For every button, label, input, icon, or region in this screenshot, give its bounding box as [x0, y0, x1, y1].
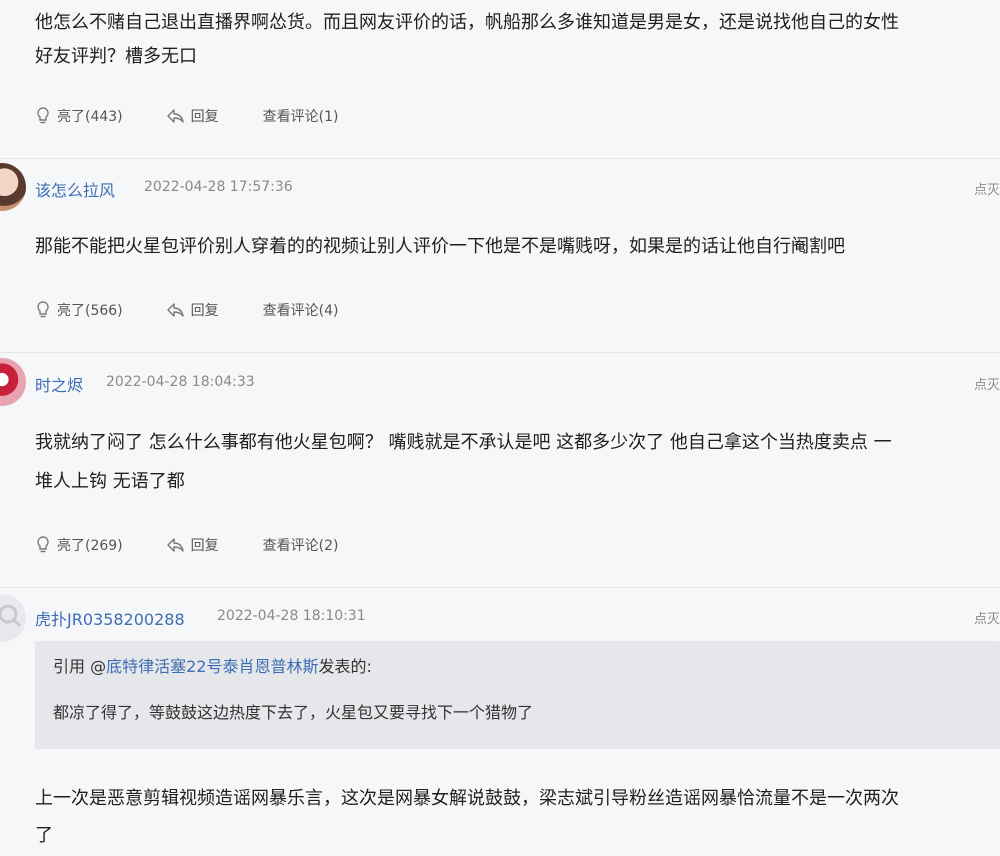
quote-block: 引用 @底特律活塞22号泰肖恩普林斯发表的: 都凉了得了，等鼓鼓这边热度下去了，…: [35, 641, 1000, 749]
comment-text-line: 那能不能把火星包评价别人穿着的的视频让别人评价一下他是不是嘴贱呀，如果是的话让他…: [35, 236, 845, 257]
lightbulb-icon: [37, 107, 49, 124]
timestamp: 2022-04-28 17:57:36: [144, 179, 293, 195]
quoted-user-link[interactable]: 底特律活塞22号泰肖恩普林斯: [106, 657, 318, 676]
report-link[interactable]: 点灭: [974, 374, 1000, 393]
comment-actions: 亮了(566) 回复 查看评论(4): [35, 300, 383, 320]
reply-icon: [166, 109, 184, 123]
view-comments-link[interactable]: 查看评论(1): [263, 106, 339, 126]
quote-header: 引用 @底特律活塞22号泰肖恩普林斯发表的:: [53, 653, 372, 677]
lightbulb-icon: [37, 301, 49, 318]
like-button[interactable]: 亮了(566): [35, 300, 123, 320]
like-button[interactable]: 亮了(269): [35, 535, 123, 555]
username[interactable]: 虎扑JR0358200288: [35, 606, 185, 630]
quote-text: 都凉了得了，等鼓鼓这边热度下去了，火星包又要寻找下一个猎物了: [53, 703, 534, 722]
report-link[interactable]: 点灭: [974, 179, 1000, 198]
comment-actions: 亮了(443) 回复 查看评论(1): [35, 106, 383, 126]
timestamp: 2022-04-28 18:04:33: [106, 374, 255, 390]
username[interactable]: 时之烬: [35, 372, 83, 396]
lightbulb-icon: [37, 536, 49, 553]
reply-button[interactable]: 回复: [166, 300, 219, 320]
reply-icon: [166, 303, 184, 317]
timestamp: 2022-04-28 18:10:31: [217, 608, 366, 624]
comment-text-line: 我就纳了闷了 怎么什么事都有他火星包啊？ 嘴贱就是不承认是吧 这都多少次了 他自…: [35, 432, 892, 453]
reply-icon: [166, 538, 184, 552]
report-link[interactable]: 点灭: [974, 608, 1000, 627]
default-avatar-icon: [0, 604, 22, 628]
quote-suffix: 发表的:: [318, 657, 372, 676]
username[interactable]: 该怎么拉风: [35, 177, 115, 201]
quote-prefix: 引用 @: [53, 657, 107, 676]
divider: [0, 352, 1000, 353]
like-count: 亮了(269): [57, 538, 123, 554]
reply-button[interactable]: 回复: [166, 106, 219, 126]
reply-button[interactable]: 回复: [166, 535, 219, 555]
view-comments-label: 查看评论(2): [262, 538, 339, 554]
comment-text-line: 了: [35, 825, 53, 846]
comment-text-line: 上一次是恶意剪辑视频造谣网暴乐言，这次是网暴女解说鼓鼓，梁志斌引导粉丝造谣网暴恰…: [35, 788, 899, 809]
comment-text-line: 堆人上钩 无语了都: [35, 471, 185, 492]
reply-label: 回复: [190, 538, 219, 554]
reply-label: 回复: [190, 109, 219, 125]
view-comments-link[interactable]: 查看评论(2): [263, 535, 339, 555]
avatar[interactable]: [0, 358, 26, 406]
avatar[interactable]: [0, 594, 26, 642]
divider: [0, 158, 1000, 159]
comment-text-line: 好友评判？槽多无口: [35, 46, 197, 67]
avatar[interactable]: [0, 163, 26, 211]
view-comments-label: 查看评论(4): [262, 303, 339, 319]
comment-actions: 亮了(269) 回复 查看评论(2): [35, 535, 383, 555]
like-button[interactable]: 亮了(443): [35, 106, 123, 126]
reply-label: 回复: [190, 303, 219, 319]
view-comments-label: 查看评论(1): [262, 109, 339, 125]
like-count: 亮了(443): [57, 109, 123, 125]
view-comments-link[interactable]: 查看评论(4): [263, 300, 339, 320]
divider: [0, 587, 1000, 588]
like-count: 亮了(566): [57, 303, 123, 319]
